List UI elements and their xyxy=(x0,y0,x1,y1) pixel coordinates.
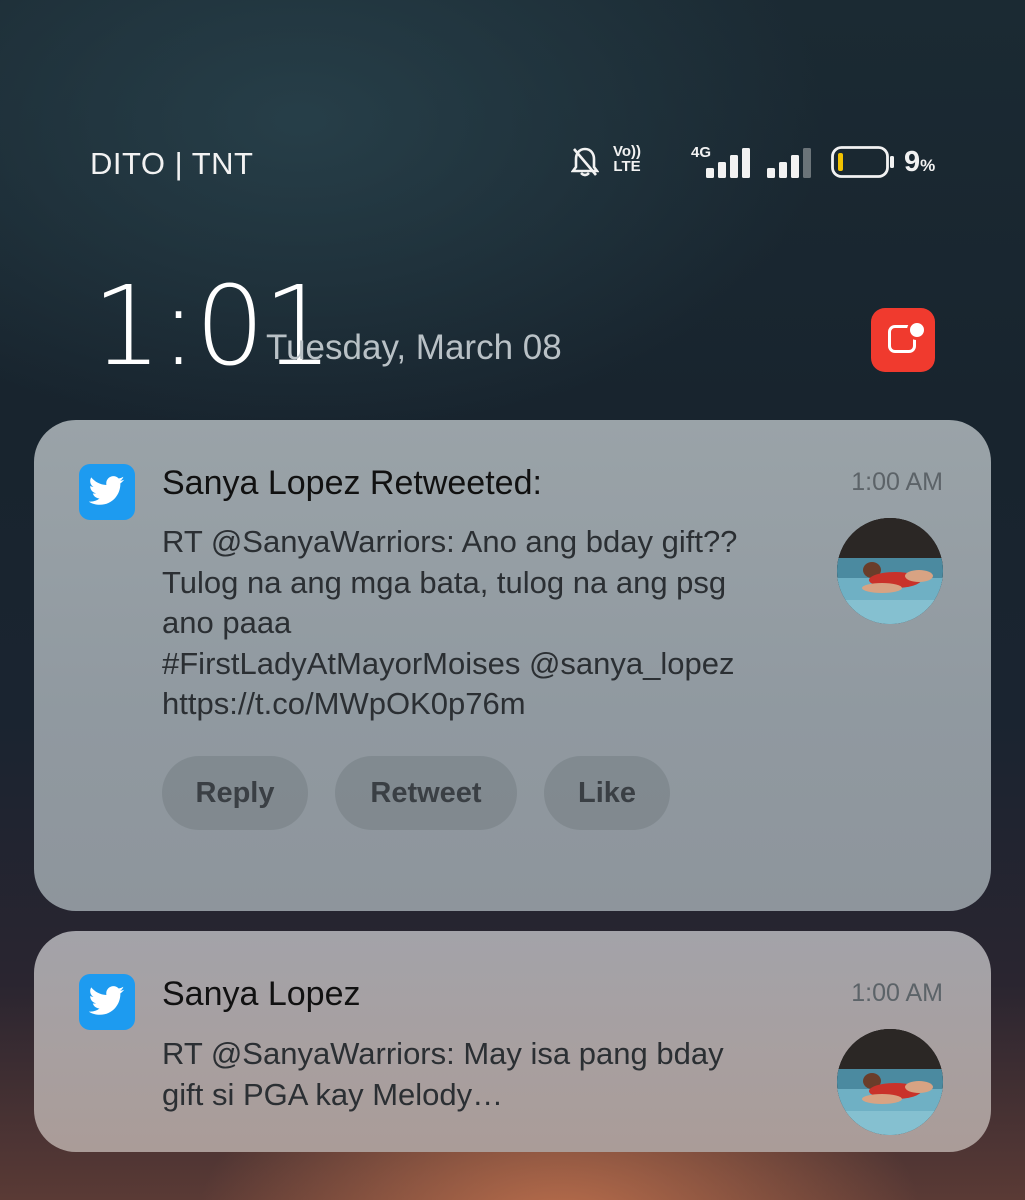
notification-time: 1:00 AM xyxy=(851,979,943,1007)
notification-body: RT @SanyaWarriors: May isa pang bday gif… xyxy=(162,1036,724,1112)
notification-time: 1:00 AM xyxy=(851,468,943,496)
like-button[interactable]: Like xyxy=(544,756,670,830)
battery-value: 9 xyxy=(904,146,921,178)
notification-card[interactable]: Sanya Lopez Retweeted: 1:00 AM RT @Sanya… xyxy=(34,420,991,911)
screen-record-icon[interactable] xyxy=(871,308,935,372)
volte-icon: Vo)) LTE xyxy=(613,144,641,174)
notification-card[interactable]: Sanya Lopez 1:00 AM RT @SanyaWarriors: M… xyxy=(34,931,991,1152)
reply-button[interactable]: Reply xyxy=(162,756,308,830)
notification-body: RT @SanyaWarriors: Ano ang bday gift?? T… xyxy=(162,524,738,721)
twitter-bird-icon xyxy=(79,974,135,1030)
twitter-bird-icon xyxy=(79,464,135,520)
avatar xyxy=(837,1029,943,1135)
volte-top-label: Vo)) xyxy=(613,143,642,160)
signal-icon-secondary xyxy=(767,148,815,183)
carrier-label: DITO | TNT xyxy=(90,146,254,181)
volte-bottom-label: LTE xyxy=(613,158,641,175)
bell-off-icon xyxy=(570,146,600,183)
avatar xyxy=(837,518,943,624)
battery-icon xyxy=(831,146,895,183)
lockscreen-clock: 1:01 xyxy=(92,262,333,390)
screen-record-dot xyxy=(907,320,927,340)
notification-title: Sanya Lopez xyxy=(162,975,361,1013)
lockscreen-date: Tuesday, March 08 xyxy=(266,328,562,367)
signal-icon xyxy=(706,148,754,183)
battery-unit: % xyxy=(920,156,936,175)
notification-title: Sanya Lopez Retweeted: xyxy=(162,464,542,502)
status-icons: Vo)) LTE 4G 9% xyxy=(565,140,945,184)
battery-percentage: 9% xyxy=(904,146,935,179)
retweet-button[interactable]: Retweet xyxy=(335,756,517,830)
